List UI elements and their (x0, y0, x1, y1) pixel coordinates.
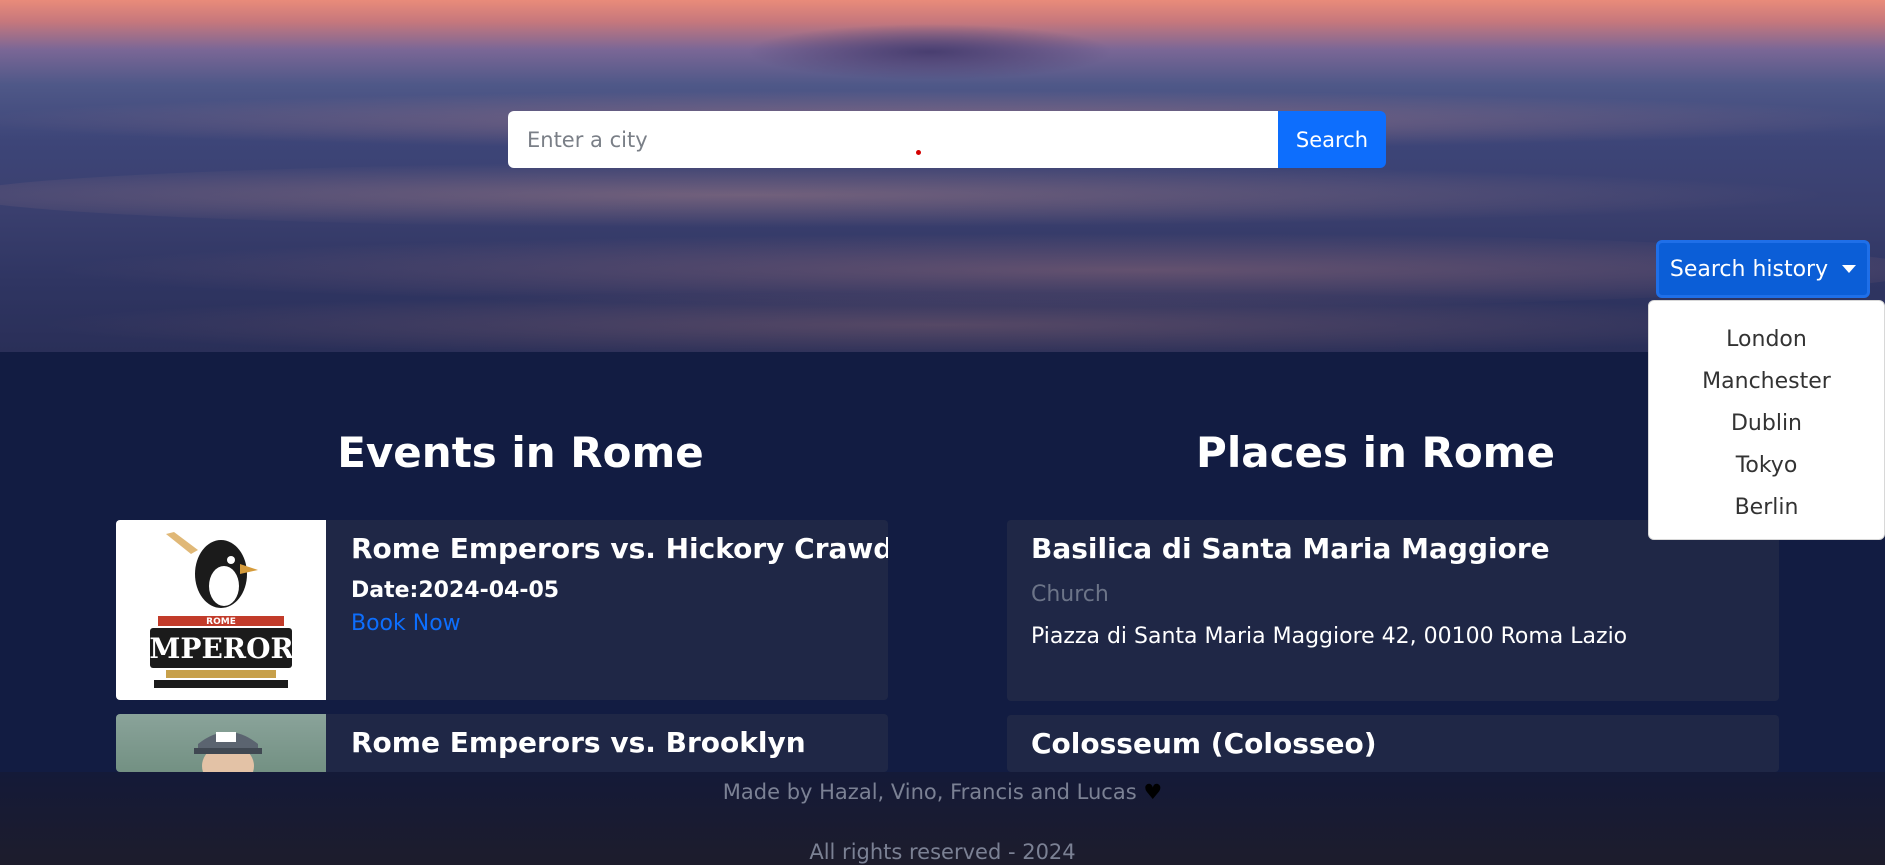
footer-rights: All rights reserved - 2024 (809, 840, 1076, 864)
cursor-dot (916, 150, 921, 155)
event-date-value: 2024-04-05 (418, 578, 560, 603)
event-photo-image (116, 714, 326, 772)
history-item-london[interactable]: London (1649, 319, 1884, 361)
search-button[interactable]: Search (1278, 111, 1386, 168)
player-photo-icon (194, 732, 262, 772)
event-title: Rome Emperors vs. Hickory Crawdads (351, 532, 888, 565)
results-section: Events in Rome Places in Rome ROME EMPER… (0, 352, 1885, 772)
footer-credit-text: Made by Hazal, Vino, Francis and Lucas (722, 780, 1137, 804)
search-history-label: Search history (1669, 256, 1829, 282)
event-card: ROME EMPERORS Rome Emperors vs. Hickory … (116, 520, 888, 700)
event-date-label: Date: (351, 578, 419, 603)
place-title: Basilica di Santa Maria Maggiore (1031, 532, 1550, 565)
logo-main-text: EMPERORS (136, 632, 306, 665)
search-history-button[interactable]: Search history (1656, 240, 1870, 298)
cloud-layer (0, 290, 1885, 352)
search-input[interactable] (508, 111, 1278, 168)
place-address: Piazza di Santa Maria Maggiore 42, 00100… (1031, 624, 1628, 649)
heart-icon: ♥ (1143, 780, 1163, 804)
event-logo-image: ROME EMPERORS (116, 520, 326, 700)
events-title: Events in Rome (337, 428, 704, 477)
hero-banner: Search Search history (0, 0, 1885, 352)
emperors-logo-icon: ROME EMPERORS (136, 532, 306, 688)
places-title: Places in Rome (1196, 428, 1555, 477)
cloud-layer (0, 160, 1885, 230)
footer: Made by Hazal, Vino, Francis and Lucas ♥… (0, 772, 1885, 865)
book-now-link[interactable]: Book Now (351, 611, 461, 636)
event-card: Rome Emperors vs. Brooklyn (116, 714, 888, 772)
history-item-tokyo[interactable]: Tokyo (1649, 445, 1884, 487)
event-title: Rome Emperors vs. Brooklyn (351, 726, 806, 759)
footer-credit: Made by Hazal, Vino, Francis and Lucas ♥ (0, 780, 1885, 804)
place-card: Colosseum (Colosseo) (1007, 715, 1779, 772)
search-history-dropdown: London Manchester Dublin Tokyo Berlin (1648, 300, 1885, 540)
history-item-dublin[interactable]: Dublin (1649, 403, 1884, 445)
logo-top-text: ROME (206, 617, 236, 627)
history-item-berlin[interactable]: Berlin (1649, 487, 1884, 529)
history-item-manchester[interactable]: Manchester (1649, 361, 1884, 403)
event-date: Date:2024-04-05 (351, 578, 559, 603)
place-card: Basilica di Santa Maria Maggiore Church … (1007, 520, 1779, 701)
caret-down-icon (1842, 265, 1857, 273)
place-type: Church (1031, 582, 1109, 607)
place-title: Colosseum (Colosseo) (1031, 727, 1377, 760)
search-bar: Search (508, 111, 1386, 168)
